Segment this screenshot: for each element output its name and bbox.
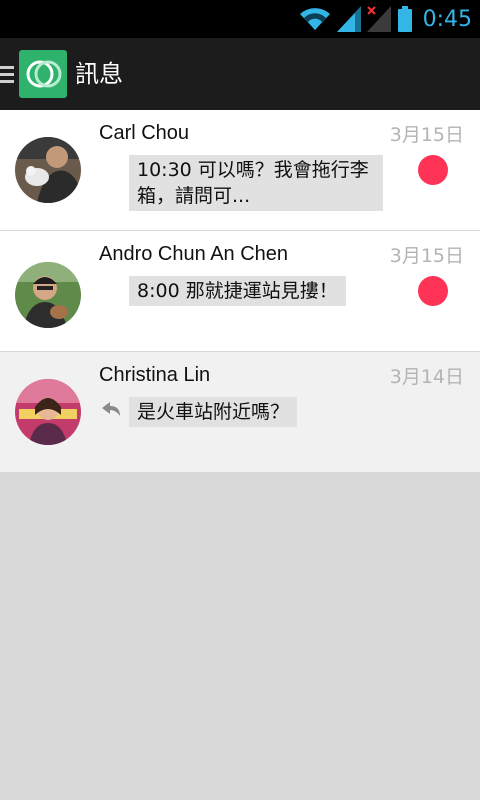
conversation-item[interactable]: Christina Lin 3月14日 是火車站附近嗎？ (0, 352, 480, 473)
app-logo-rings-icon (26, 60, 62, 88)
message-preview: 8:00 那就捷運站見摟！ (129, 276, 346, 306)
clock: 0:45 (422, 6, 472, 32)
message-preview: 10:30 可以嗎？我會拖行李箱，請問可... (129, 155, 383, 211)
avatar-photo-icon (15, 379, 81, 445)
action-bar: 訊息 (0, 38, 480, 110)
conversation-item[interactable]: Andro Chun An Chen 3月15日 8:00 那就捷運站見摟！ (0, 231, 480, 352)
conversation-item[interactable]: Carl Chou 3月15日 10:30 可以嗎？我會拖行李箱，請問可... (0, 110, 480, 231)
unread-indicator (418, 276, 448, 306)
conversation-list: Carl Chou 3月15日 10:30 可以嗎？我會拖行李箱，請問可... … (0, 110, 480, 473)
battery-icon (397, 6, 412, 32)
contact-name: Carl Chou (99, 122, 190, 144)
reply-icon (102, 402, 120, 416)
message-preview: 是火車站附近嗎？ (129, 397, 298, 427)
avatar-photo-icon (15, 262, 81, 328)
contact-name: Christina Lin (99, 364, 211, 386)
unread-indicator (418, 155, 448, 185)
signal-icon (336, 6, 361, 32)
avatar (15, 379, 81, 445)
page-title: 訊息 (75, 60, 123, 88)
message-date: 3月14日 (389, 366, 464, 388)
message-date: 3月15日 (389, 245, 464, 267)
avatar-photo-icon (15, 137, 81, 203)
signal-no-data-icon (366, 6, 391, 32)
menu-icon[interactable] (0, 66, 16, 84)
contact-name: Andro Chun An Chen (99, 243, 289, 265)
avatar (15, 137, 81, 203)
status-bar: 0:45 (0, 0, 480, 38)
app-logo[interactable] (19, 50, 67, 98)
wifi-icon (299, 8, 330, 31)
avatar (15, 262, 81, 328)
status-icons: 0:45 (299, 4, 472, 34)
message-date: 3月15日 (389, 124, 464, 146)
